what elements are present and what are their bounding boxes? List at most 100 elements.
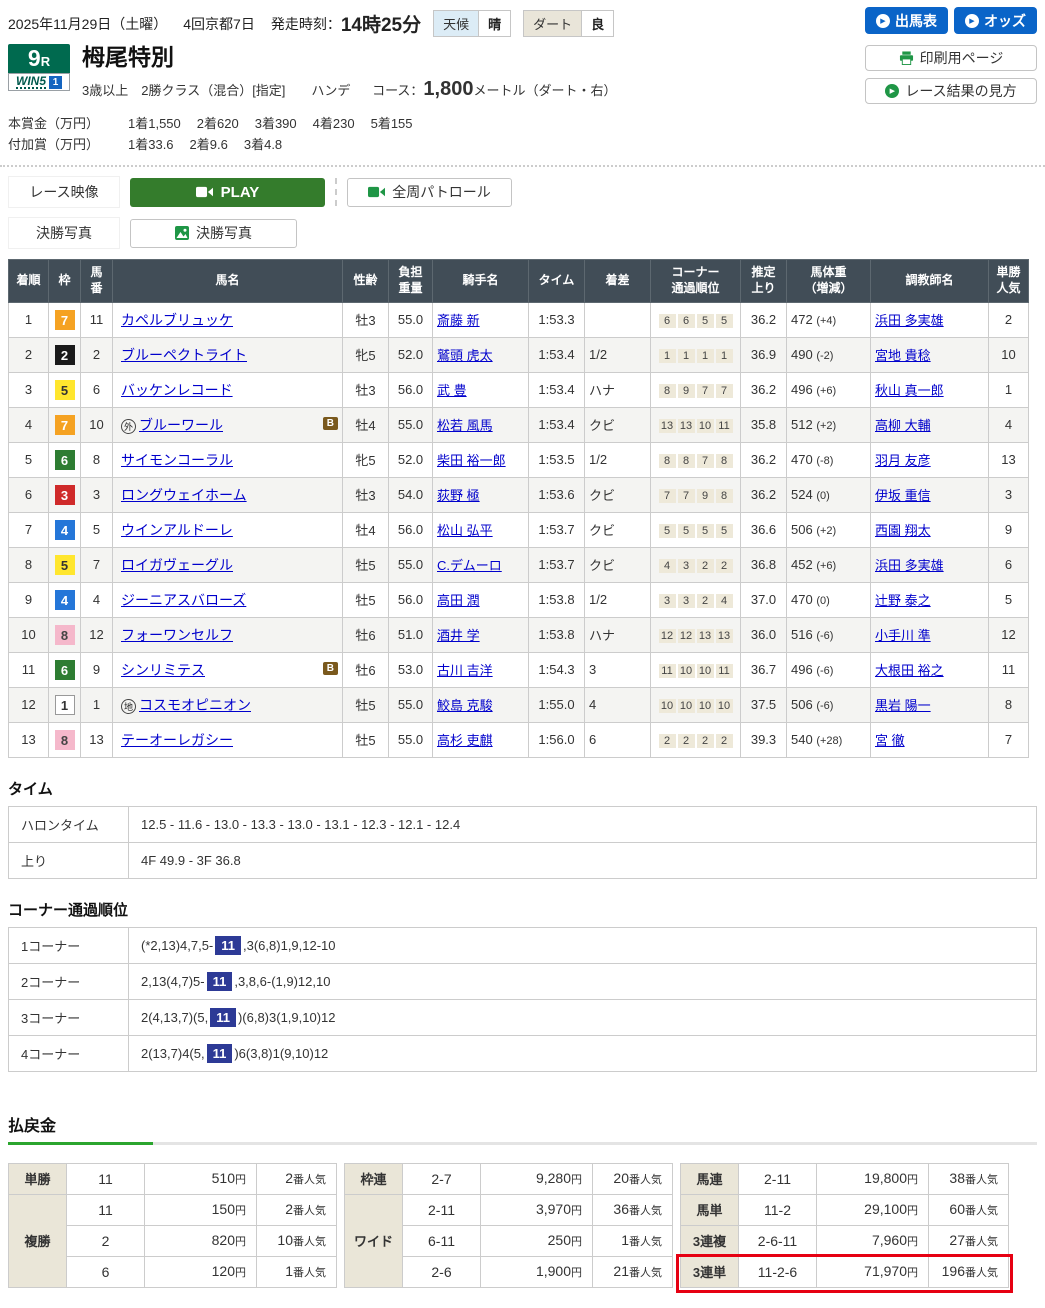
trainer-cell: 伊坂 重信 bbox=[870, 476, 989, 513]
popularity-value: 21 bbox=[613, 1263, 629, 1280]
horse-name-link[interactable]: バッケンレコード bbox=[121, 382, 233, 398]
trainer-link[interactable]: 黒岩 陽一 bbox=[875, 698, 931, 713]
jockey-link[interactable]: 松若 風馬 bbox=[437, 418, 493, 433]
corner-position-number: 11 bbox=[658, 663, 676, 678]
horse-name-link[interactable]: ブルーワール bbox=[139, 417, 223, 433]
payout-popularity: 27番人気 bbox=[928, 1224, 1009, 1257]
jockey-link[interactable]: 鮫島 克駿 bbox=[437, 698, 493, 713]
finish-photo-button[interactable]: 決勝写真 bbox=[130, 218, 297, 248]
horse-name-link[interactable]: カペルブリュッケ bbox=[121, 312, 233, 328]
track-condition-value: 良 bbox=[581, 11, 614, 36]
trainer-link[interactable]: 宮 徹 bbox=[875, 733, 905, 748]
payout-amount-value: 29,100 bbox=[864, 1201, 907, 1218]
entries-button[interactable]: ▶ 出馬表 bbox=[865, 7, 948, 34]
trainer-link[interactable]: 高柳 大輔 bbox=[875, 418, 931, 433]
horse-name-link[interactable]: テーオーレガシー bbox=[121, 732, 233, 748]
carried-weight: 56.0 bbox=[388, 371, 433, 408]
corner-position-number: 10 bbox=[677, 663, 695, 678]
win-favorite-rank: 10 bbox=[988, 336, 1029, 373]
last-3f-time: 36.8 bbox=[740, 546, 787, 583]
horse-name-link[interactable]: シンリミテス bbox=[121, 662, 205, 678]
finish-position: 4 bbox=[8, 406, 49, 443]
corner-position-number: 10 bbox=[696, 698, 714, 713]
horse-name-link[interactable]: ブルーペクトライト bbox=[121, 347, 247, 363]
jockey-link[interactable]: 松山 弘平 bbox=[437, 523, 493, 538]
trainer-link[interactable]: 浜田 多実雄 bbox=[875, 313, 944, 328]
bet-type-label: 3連複 bbox=[680, 1224, 739, 1257]
payout-row: 単勝 11 510円 2番人気 bbox=[8, 1162, 337, 1195]
popularity-value: 27 bbox=[949, 1232, 965, 1249]
payout-row: 複勝 11 150円 2番人気 bbox=[8, 1193, 337, 1288]
weather-value: 晴 bbox=[478, 11, 511, 36]
jockey-link[interactable]: 斎藤 新 bbox=[437, 313, 480, 328]
body-weight-diff: (+4) bbox=[816, 315, 837, 328]
patrol-video-button[interactable]: 全周パトロール bbox=[347, 177, 512, 207]
sex-age: 牡3 bbox=[342, 476, 389, 513]
trainer-link[interactable]: 伊坂 重信 bbox=[875, 488, 931, 503]
horse-name-link[interactable]: ジーニアスバローズ bbox=[121, 592, 246, 608]
horse-name-link[interactable]: ウインアルドーレ bbox=[121, 522, 233, 538]
horse-name-cell: フォーワンセルフ bbox=[112, 616, 343, 653]
horse-number: 3 bbox=[80, 476, 113, 513]
last-3f-time: 36.9 bbox=[740, 336, 787, 373]
corner-position-number: 10 bbox=[696, 663, 714, 678]
corner-positions: 7798 bbox=[650, 476, 741, 513]
finish-time: 1:53.8 bbox=[528, 581, 585, 618]
win-favorite-rank: 13 bbox=[988, 441, 1029, 478]
jockey-cell: 松山 弘平 bbox=[432, 511, 529, 548]
jockey-link[interactable]: 高田 潤 bbox=[437, 593, 480, 608]
margin: クビ bbox=[584, 511, 651, 548]
results-column-header: 負担 重量 bbox=[388, 259, 433, 303]
entries-button-label: 出馬表 bbox=[895, 12, 937, 29]
corner-position-number: 5 bbox=[658, 523, 676, 538]
results-column-header: タイム bbox=[528, 259, 585, 303]
trainer-cell: 浜田 多実雄 bbox=[870, 546, 989, 583]
trainer-link[interactable]: 小手川 準 bbox=[875, 628, 931, 643]
race-video-row: レース映像 PLAY 全周パトロール bbox=[8, 176, 1037, 209]
horse-name-link[interactable]: コスモオピニオン bbox=[139, 697, 251, 713]
jockey-link[interactable]: 荻野 極 bbox=[437, 488, 480, 503]
corner-position-number: 3 bbox=[677, 558, 695, 573]
trainer-link[interactable]: 大根田 裕之 bbox=[875, 663, 944, 678]
jockey-link[interactable]: C.デムーロ bbox=[437, 558, 502, 573]
horse-name-link[interactable]: フォーワンセルフ bbox=[121, 627, 233, 643]
jockey-link[interactable]: 鷲頭 虎太 bbox=[437, 348, 493, 363]
horse-name-link[interactable]: ロイガヴェーグル bbox=[121, 557, 233, 573]
bet-combination: 2-6 bbox=[402, 1255, 481, 1288]
trainer-link[interactable]: 羽月 友彦 bbox=[875, 453, 931, 468]
finish-time: 1:56.0 bbox=[528, 721, 585, 758]
results-column-header: 馬体重 （増減） bbox=[786, 259, 871, 303]
finish-time: 1:53.7 bbox=[528, 511, 585, 548]
payout-amount-value: 7,960 bbox=[871, 1232, 907, 1249]
trainer-link[interactable]: 浜田 多実雄 bbox=[875, 558, 944, 573]
blinker-badge: B bbox=[322, 416, 338, 430]
print-page-button[interactable]: 印刷用ページ bbox=[865, 45, 1037, 71]
trainer-link[interactable]: 宮地 貴稔 bbox=[875, 348, 931, 363]
last-3f-time: 36.2 bbox=[740, 441, 787, 478]
trainer-cell: 宮 徹 bbox=[870, 721, 989, 758]
trainer-link[interactable]: 秋山 真一郎 bbox=[875, 383, 944, 398]
trainer-link[interactable]: 西園 翔太 bbox=[875, 523, 931, 538]
payout-group: 枠連 2-7 9,280円 20番人気 ワイド 2-11 3,970円 36番人気 6-11 25… bbox=[344, 1162, 673, 1288]
horse-body-weight: 470 (-8) bbox=[786, 441, 871, 478]
trainer-link[interactable]: 辻野 泰之 bbox=[875, 593, 931, 608]
results-guide-button[interactable]: ▶ レース結果の見方 bbox=[865, 78, 1037, 104]
payout-popularity: 36番人気 bbox=[592, 1193, 673, 1226]
jockey-link[interactable]: 武 豊 bbox=[437, 383, 467, 398]
results-table: 着順枠馬 番馬名 性齢 負担 重量 騎手名 タイム 着差 コーナー 通過順位 推定 上り 馬体重… bbox=[8, 259, 1029, 758]
jockey-link[interactable]: 古川 吉洋 bbox=[437, 663, 493, 678]
frame-number: 6 bbox=[54, 449, 75, 470]
horse-name-cell: サイモンコーラル bbox=[112, 441, 343, 478]
results-column-header: 推定 上り bbox=[740, 259, 787, 303]
payout-amount-value: 150 bbox=[211, 1201, 235, 1218]
jockey-link[interactable]: 高杉 吏麒 bbox=[437, 733, 493, 748]
horse-body-weight: 490 (-2) bbox=[786, 336, 871, 373]
horse-name-link[interactable]: ロングウェイホーム bbox=[121, 487, 247, 503]
corner-position-number: 1 bbox=[677, 348, 695, 363]
horse-name-link[interactable]: サイモンコーラル bbox=[121, 452, 233, 468]
jockey-link[interactable]: 酒井 学 bbox=[437, 628, 480, 643]
odds-button[interactable]: ▶ オッズ bbox=[954, 7, 1037, 34]
play-button[interactable]: PLAY bbox=[130, 177, 325, 207]
results-guide-label: レース結果の見方 bbox=[905, 83, 1017, 99]
jockey-link[interactable]: 柴田 裕一郎 bbox=[437, 453, 506, 468]
